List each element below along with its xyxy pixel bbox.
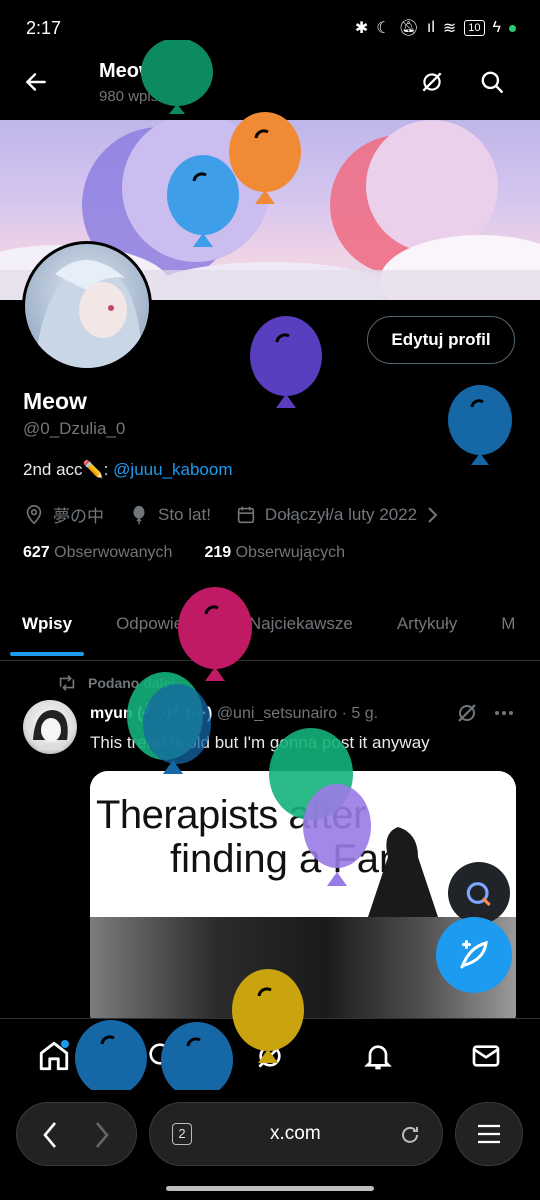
charging-icon: ϟ: [492, 19, 501, 36]
status-time: 2:17: [26, 18, 62, 38]
browser-back-button[interactable]: [41, 1120, 59, 1150]
profile-tabs: Wpisy Odpowiedzi Najciekawsze Artykuły M: [0, 600, 540, 661]
balloon-decoration: [166, 155, 240, 249]
balloon-decoration: [231, 969, 305, 1065]
birthday-item: Sto lat!: [128, 504, 211, 526]
bio-link[interactable]: @juuu_kaboom: [113, 460, 232, 479]
hamburger-menu-icon: [478, 1124, 500, 1144]
post-author-avatar[interactable]: [23, 700, 77, 754]
browser-menu-button[interactable]: [455, 1102, 523, 1166]
nav-notifications[interactable]: [354, 1032, 402, 1080]
tab-count[interactable]: 2: [172, 1123, 192, 1145]
tab-media[interactable]: M: [479, 600, 537, 648]
balloon-decoration: [160, 1022, 234, 1090]
profile-name: Meow: [23, 388, 87, 414]
location-text: 夢の中: [53, 507, 104, 526]
wifi-icon: ≋: [442, 20, 457, 37]
status-icons: ✱ ☾ 🔕︎ ıl ≋ 10 ϟ: [355, 18, 516, 38]
chevron-right-icon: [428, 506, 438, 523]
author-avatar-artwork: [33, 710, 68, 750]
balloon-decoration: [269, 722, 373, 892]
balloon-decoration: [140, 40, 214, 116]
balloon-icon: [133, 505, 145, 524]
address-bar[interactable]: 2 x.com: [149, 1102, 443, 1166]
nav-home[interactable]: [30, 1032, 78, 1080]
nav-messages[interactable]: [462, 1032, 510, 1080]
following-count: 627: [23, 544, 50, 561]
grok-icon: [466, 882, 491, 907]
reload-button[interactable]: [398, 1123, 422, 1147]
search-button[interactable]: [472, 62, 512, 102]
joined-item: Dołączył/a luty 2022: [235, 504, 439, 526]
balloon-decoration: [249, 316, 323, 410]
following-label: Obserwowanych: [54, 544, 173, 561]
post-more-button[interactable]: [484, 693, 524, 733]
home-notification-dot: [61, 1040, 69, 1048]
profile-meta: 夢の中 Sto lat! Dołączył/a luty 2022: [23, 502, 453, 527]
browser-nav-buttons: [16, 1102, 137, 1166]
balloon-decoration: [125, 672, 213, 778]
balloon-decoration: [74, 1020, 148, 1090]
balloon-decoration: [177, 587, 253, 683]
followers-count: 219: [204, 544, 232, 561]
followers-label: Obserwujących: [235, 544, 345, 561]
moon-icon: ☾: [376, 20, 391, 37]
bio-text: 2nd acc✏️:: [23, 460, 114, 479]
mute-bell-icon: 🔕︎: [398, 20, 419, 37]
chevron-left-icon: [43, 1122, 56, 1148]
url-text[interactable]: x.com: [270, 1123, 321, 1145]
profile-bio: 2nd acc✏️: @juuu_kaboom: [23, 460, 233, 480]
search-icon: [481, 71, 503, 93]
post-grok-button[interactable]: [447, 693, 487, 733]
privacy-dot: [509, 24, 516, 32]
compose-icon: [460, 940, 488, 969]
joined-text: Dołączył/a luty 2022: [264, 504, 418, 524]
repost-icon: [59, 675, 75, 691]
bell-icon: [364, 1045, 392, 1070]
grok-icon: [422, 72, 442, 92]
followers-link[interactable]: 219 Obserwujących: [204, 544, 345, 562]
calendar-icon: [237, 506, 255, 523]
location-pin-icon: [26, 504, 42, 524]
tab-wpisy[interactable]: Wpisy: [0, 600, 94, 656]
browser-toolbar: 2 x.com: [0, 1092, 540, 1200]
grok-button[interactable]: [412, 62, 452, 102]
chevron-right-icon: [96, 1122, 109, 1148]
post-time: · 5 g.: [341, 705, 379, 722]
grok-fab[interactable]: [448, 862, 510, 924]
profile-avatar[interactable]: [22, 241, 152, 371]
birthday-text: Sto lat!: [158, 504, 211, 524]
follow-stats: 627 Obserwowanych 219 Obserwujących: [23, 544, 345, 562]
post-author-handle[interactable]: @uni_setsunairo: [217, 705, 337, 722]
browser-forward-button[interactable]: [93, 1120, 111, 1150]
following-link[interactable]: 627 Obserwowanych: [23, 544, 172, 562]
grok-icon: [458, 704, 476, 722]
balloon-decoration: [447, 385, 513, 467]
tab-artykuly[interactable]: Artykuły: [375, 600, 479, 648]
home-indicator[interactable]: [166, 1186, 374, 1191]
arrow-left-icon: [25, 73, 46, 91]
compose-fab[interactable]: [436, 917, 512, 993]
edit-profile-button[interactable]: Edytuj profil: [367, 316, 515, 364]
reload-icon: [402, 1126, 418, 1143]
avatar-artwork: [35, 259, 143, 368]
battery-icon: 10: [464, 20, 485, 36]
mail-icon: [472, 1045, 500, 1067]
signal-icon: ıl: [426, 19, 435, 36]
bluetooth-icon: ✱: [354, 20, 369, 37]
back-button[interactable]: [16, 62, 56, 102]
status-bar: 2:17 ✱ ☾ 🔕︎ ıl ≋ 10 ϟ: [0, 0, 540, 52]
location-item: 夢の中: [23, 502, 104, 527]
profile-handle: @0_Dzulia_0: [23, 419, 126, 438]
more-dots-icon: [495, 711, 513, 715]
